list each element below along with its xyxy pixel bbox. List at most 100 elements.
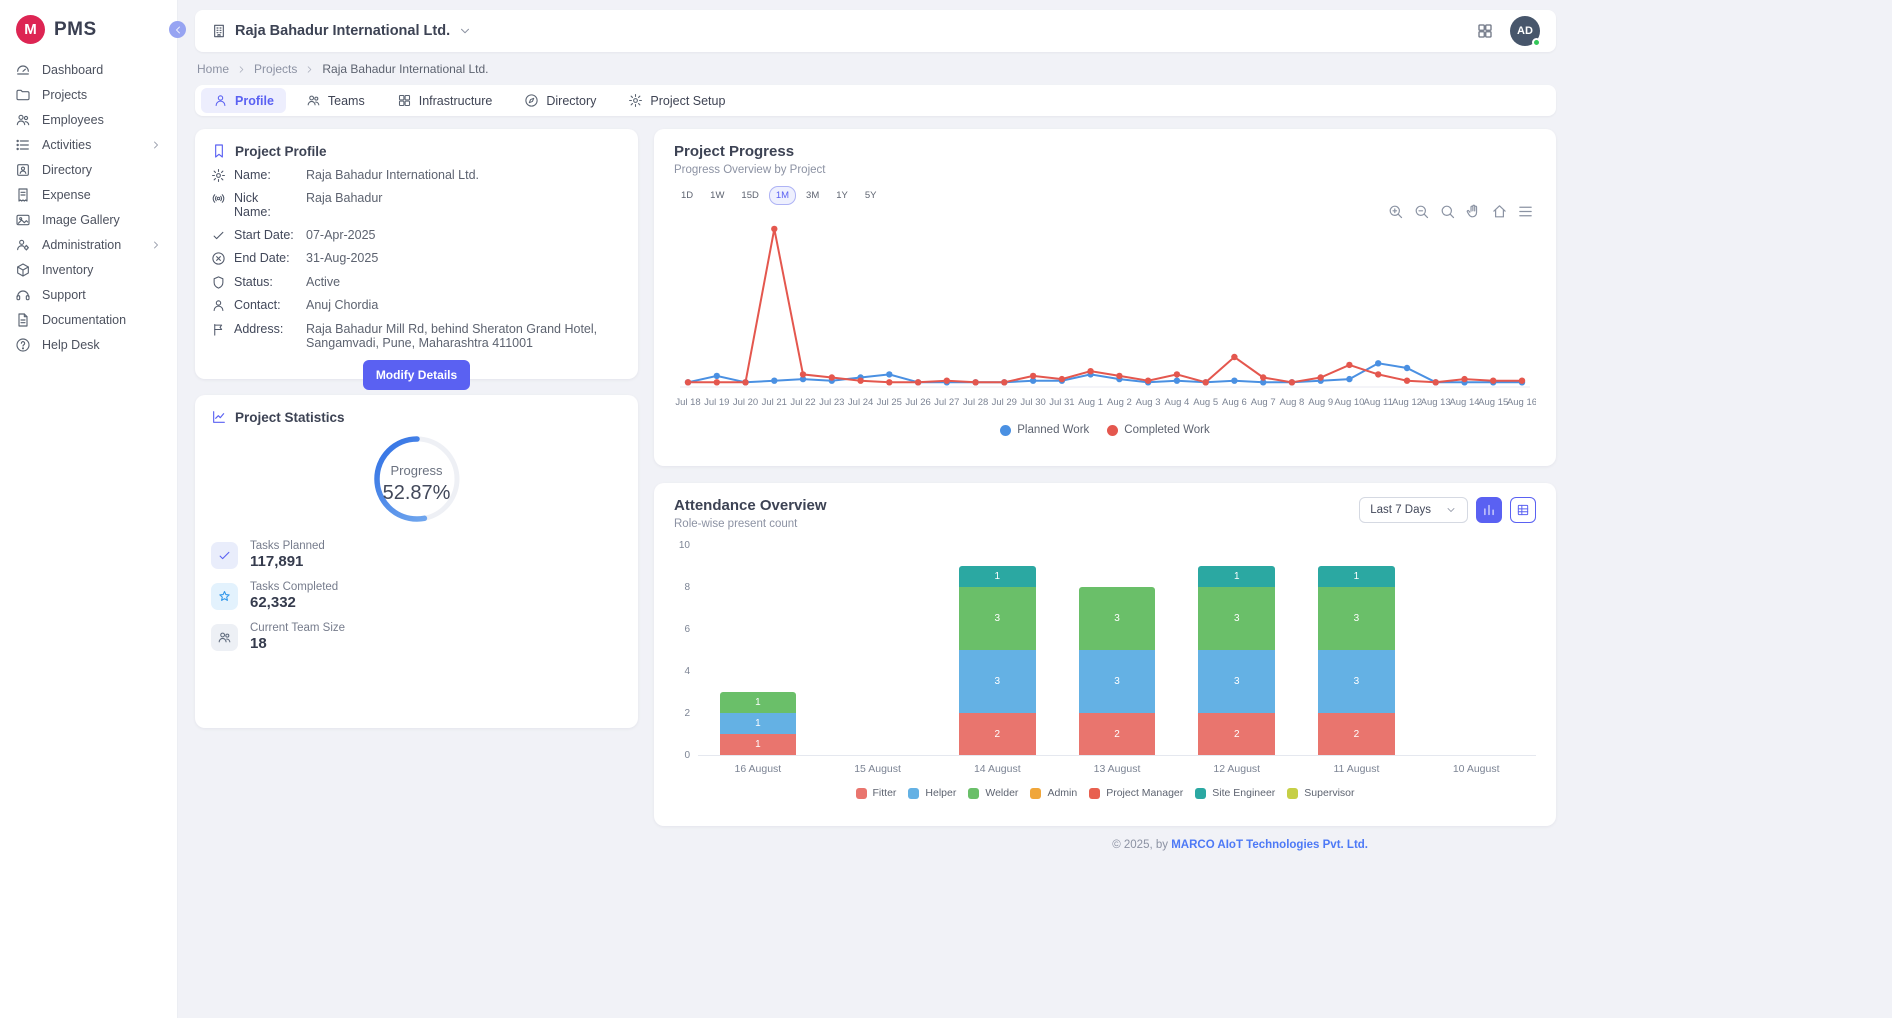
bar-view-toggle[interactable] xyxy=(1476,497,1502,523)
apps-grid-icon[interactable] xyxy=(1476,22,1494,40)
range-1d[interactable]: 1D xyxy=(674,186,700,205)
sidebar-item-directory[interactable]: Directory xyxy=(0,157,177,182)
chart-zoom-in-button[interactable] xyxy=(1387,203,1404,220)
bar-chart-x-axis: 16 August15 August14 August13 August12 A… xyxy=(698,763,1536,775)
sidebar-item-administration[interactable]: Administration xyxy=(0,232,177,257)
dashboard-icon xyxy=(15,62,31,78)
sidebar-item-inventory[interactable]: Inventory xyxy=(0,257,177,282)
progress-ring xyxy=(367,429,467,529)
bar-chart-legend: Fitter Helper Welder Admin Project Manager Si… xyxy=(674,787,1536,799)
book-user-icon xyxy=(15,162,31,178)
star-icon xyxy=(211,583,238,610)
svg-text:Jul 20: Jul 20 xyxy=(733,397,758,408)
bar-segment-site-engineer: 1 xyxy=(1318,566,1395,587)
tab-label: Teams xyxy=(328,94,365,108)
tab-directory[interactable]: Directory xyxy=(512,88,608,113)
tab-infrastructure[interactable]: Infrastructure xyxy=(385,88,505,113)
sidebar-item-documentation[interactable]: Documentation xyxy=(0,307,177,332)
sidebar-item-employees[interactable]: Employees xyxy=(0,107,177,132)
compass-icon xyxy=(524,93,539,108)
sidebar-item-activities[interactable]: Activities xyxy=(0,132,177,157)
svg-text:Aug 10: Aug 10 xyxy=(1334,397,1364,408)
tab-profile[interactable]: Profile xyxy=(201,88,286,113)
bar-category-label: 10 August xyxy=(1416,763,1536,775)
field-value: Anuj Chordia xyxy=(306,298,622,313)
range-1y[interactable]: 1Y xyxy=(829,186,855,205)
breadcrumb-home[interactable]: Home xyxy=(197,62,229,76)
tab-project-setup[interactable]: Project Setup xyxy=(616,88,737,113)
sidebar-item-label: Documentation xyxy=(42,313,126,327)
stat-label: Tasks Completed xyxy=(250,581,338,593)
modify-details-button[interactable]: Modify Details xyxy=(363,360,470,390)
table-view-toggle[interactable] xyxy=(1510,497,1536,523)
bar-segment-welder: 3 xyxy=(959,587,1036,650)
sidebar-item-image-gallery[interactable]: Image Gallery xyxy=(0,207,177,232)
legend-fitter[interactable]: Fitter xyxy=(856,787,897,799)
bookmark-icon xyxy=(211,143,227,159)
field-label: Address: xyxy=(234,322,298,350)
range-3m[interactable]: 3M xyxy=(799,186,826,205)
tab-teams[interactable]: Teams xyxy=(294,88,377,113)
line-chart-legend: Planned Work Completed Work xyxy=(674,424,1536,436)
bar-segment-helper: 3 xyxy=(1198,650,1275,713)
chart-pan-button[interactable] xyxy=(1465,203,1482,220)
check-icon xyxy=(211,542,238,569)
user-avatar[interactable]: AD xyxy=(1510,16,1540,46)
footer-company-link[interactable]: MARCO AIoT Technologies Pvt. Ltd. xyxy=(1171,839,1368,851)
stat-current-team-size: Current Team Size18 xyxy=(211,622,622,652)
legend-helper[interactable]: Helper xyxy=(908,787,956,799)
shield-icon xyxy=(211,275,226,290)
sidebar-collapse-button[interactable] xyxy=(169,21,186,38)
bar-14-august: 2331 xyxy=(937,546,1057,755)
legend-planned-work[interactable]: Planned Work xyxy=(1000,424,1089,436)
project-progress-chart[interactable]: Jul 18Jul 19Jul 20Jul 21Jul 22Jul 23Jul … xyxy=(674,207,1536,422)
headset-icon xyxy=(15,287,31,303)
bar-category-label: 13 August xyxy=(1057,763,1177,775)
chart-home-button[interactable] xyxy=(1491,203,1508,220)
brand-logo[interactable]: M PMS xyxy=(0,0,177,57)
legend-admin[interactable]: Admin xyxy=(1030,787,1077,799)
attendance-header: Attendance Overview Role-wise present co… xyxy=(674,497,1536,530)
legend-project-manager[interactable]: Project Manager xyxy=(1089,787,1183,799)
chart-zoom-button[interactable] xyxy=(1439,203,1456,220)
svg-text:Jul 28: Jul 28 xyxy=(963,397,988,408)
svg-text:Aug 3: Aug 3 xyxy=(1136,397,1161,408)
range-1w[interactable]: 1W xyxy=(703,186,731,205)
sidebar-item-help-desk[interactable]: Help Desk xyxy=(0,332,177,357)
sidebar-item-label: Projects xyxy=(42,88,87,102)
svg-text:Jul 22: Jul 22 xyxy=(790,397,815,408)
sidebar-item-dashboard[interactable]: Dashboard xyxy=(0,57,177,82)
field-value: Raja Bahadur International Ltd. xyxy=(306,168,622,183)
breadcrumb-projects[interactable]: Projects xyxy=(254,62,297,76)
sidebar-nav: Dashboard Projects EmployeesActivitiesDire… xyxy=(0,57,177,357)
users-icon xyxy=(306,93,321,108)
range-1m[interactable]: 1M xyxy=(769,186,796,205)
card-header: Project Profile xyxy=(211,143,622,159)
sidebar-item-support[interactable]: Support xyxy=(0,282,177,307)
svg-text:Jul 18: Jul 18 xyxy=(675,397,700,408)
svg-text:Jul 21: Jul 21 xyxy=(762,397,787,408)
legend-welder[interactable]: Welder xyxy=(968,787,1018,799)
svg-text:Jul 24: Jul 24 xyxy=(848,397,873,408)
chart-zoom-out-button[interactable] xyxy=(1413,203,1430,220)
svg-text:Aug 11: Aug 11 xyxy=(1363,397,1392,408)
range-15d[interactable]: 15D xyxy=(734,186,765,205)
svg-text:Jul 23: Jul 23 xyxy=(819,397,844,408)
footer: © 2025, by MARCO AIoT Technologies Pvt. … xyxy=(654,839,1556,851)
legend-site-engineer[interactable]: Site Engineer xyxy=(1195,787,1275,799)
sidebar-item-projects[interactable]: Projects xyxy=(0,82,177,107)
legend-completed-work[interactable]: Completed Work xyxy=(1107,424,1209,436)
sidebar-item-expense[interactable]: Expense xyxy=(0,182,177,207)
chart-title: Project Progress xyxy=(674,143,1536,160)
company-selector[interactable]: Raja Bahadur International Ltd. xyxy=(211,23,472,39)
svg-text:Jul 26: Jul 26 xyxy=(905,397,930,408)
bar-12-august: 2331 xyxy=(1177,546,1297,755)
sidebar-item-label: Help Desk xyxy=(42,338,100,352)
range-5y[interactable]: 5Y xyxy=(858,186,884,205)
bar-category-label: 16 August xyxy=(698,763,818,775)
date-range-select[interactable]: Last 7 Days xyxy=(1359,497,1468,523)
svg-text:Aug 8: Aug 8 xyxy=(1279,397,1304,408)
legend-supervisor[interactable]: Supervisor xyxy=(1287,787,1354,799)
chart-menu-button[interactable] xyxy=(1517,203,1534,220)
y-tick-label: 0 xyxy=(684,751,690,761)
